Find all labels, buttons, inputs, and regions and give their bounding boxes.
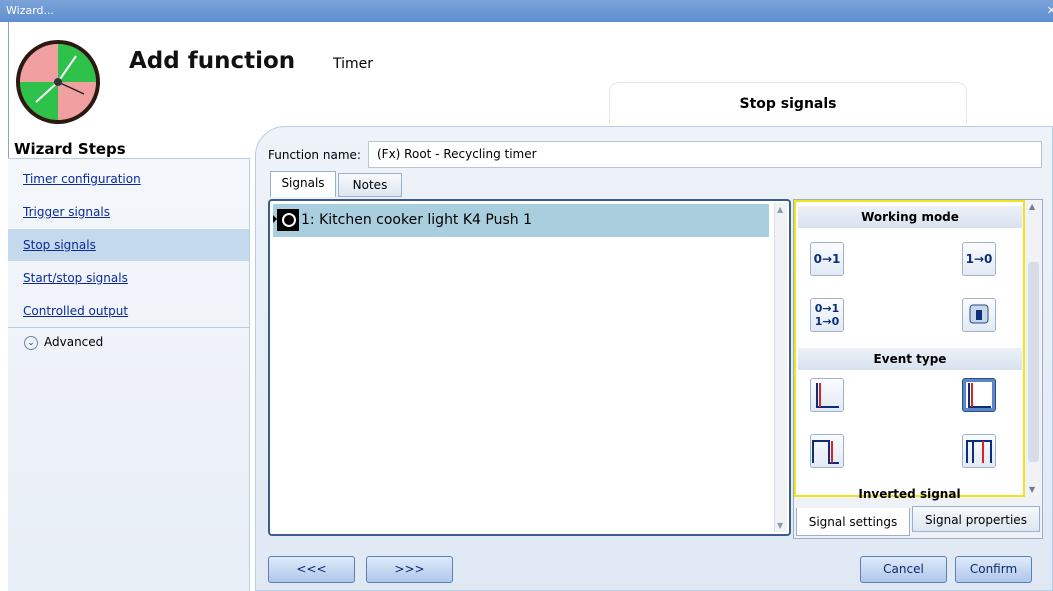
wizard-steps-panel: Timer configuration Trigger signals Stop… [8,158,250,591]
step-stop-signals[interactable]: Stop signals [8,229,249,261]
switch-icon [969,304,989,324]
signal-label: 1: Kitchen cooker light K4 Push 1 [301,212,533,228]
signal-properties-panel: Working mode 0→1 1→0 0→1 1→0 Event type ▲… [793,199,1043,539]
step-start-stop-signals[interactable]: Start/stop signals [8,262,249,294]
mode-both-button[interactable]: 0→1 1→0 [810,298,844,332]
function-type-subtitle: Timer [333,56,374,72]
scroll-up-icon[interactable]: ▲ [1029,202,1035,211]
chevron-down-icon: ⌄ [24,335,38,350]
tab-signal-settings[interactable]: Signal settings [796,508,910,536]
current-section-tab: Stop signals [609,82,967,124]
working-mode-header: Working mode [798,206,1022,228]
event-falling-selected-button[interactable] [962,378,996,412]
event-type-header: Event type [798,348,1022,370]
event-rising-button[interactable] [810,434,844,468]
page-title: Add function [129,48,296,74]
scroll-down-icon[interactable]: ▼ [777,521,783,530]
function-name-input[interactable]: (Fx) Root - Recycling timer [368,141,1042,168]
wizard-steps-heading: Wizard Steps [14,140,126,158]
window-title: Wizard... [6,4,55,17]
pulse-falling-edge-selected-icon [966,382,992,408]
event-falling-button[interactable] [810,378,844,412]
cancel-button[interactable]: Cancel [860,556,947,583]
confirm-button[interactable]: Confirm [955,556,1032,583]
inverted-signal-header: Inverted signal [858,487,961,501]
properties-scrollbar[interactable]: ▲ ▼ [1025,200,1042,497]
signals-scrollbar[interactable]: ▲ ▼ [774,203,787,532]
scroll-thumb[interactable] [1028,262,1039,462]
function-name-label: Function name: [268,148,361,162]
mode-rising-button[interactable]: 0→1 [810,242,844,276]
list-item[interactable]: 1: Kitchen cooker light K4 Push 1 [273,204,769,237]
scroll-up-icon[interactable]: ▲ [777,205,783,214]
close-icon[interactable]: ✕ [1047,0,1053,22]
window-titlebar: Wizard... ✕ [0,0,1053,22]
pulse-falling-edge-icon [816,383,839,408]
timer-logo-icon [16,40,100,124]
properties-highlight: Working mode 0→1 1→0 0→1 1→0 Event type [794,200,1025,497]
pulse-double-edge-icon [966,440,992,463]
step-trigger-signals[interactable]: Trigger signals [8,196,249,228]
next-button[interactable]: >>> [366,556,453,583]
mode-falling-button[interactable]: 1→0 [962,242,996,276]
step-timer-configuration[interactable]: Timer configuration [8,163,249,195]
pulse-rising-edge-icon [812,440,839,464]
scroll-down-icon[interactable]: ▼ [1029,485,1035,494]
step-controlled-output[interactable]: Controlled output [8,295,249,327]
tab-signals[interactable]: Signals [270,171,336,197]
signals-list: 1: Kitchen cooker light K4 Push 1 ▲ ▼ [268,199,791,536]
previous-button[interactable]: <<< [268,556,355,583]
tab-signal-properties[interactable]: Signal properties [912,506,1040,532]
mode-switch-button[interactable] [962,298,996,332]
advanced-expander[interactable]: ⌄ Advanced [8,327,249,355]
advanced-label: Advanced [44,335,104,349]
tab-notes[interactable]: Notes [338,173,402,197]
event-double-button[interactable] [962,434,996,468]
push-button-icon [277,209,299,231]
